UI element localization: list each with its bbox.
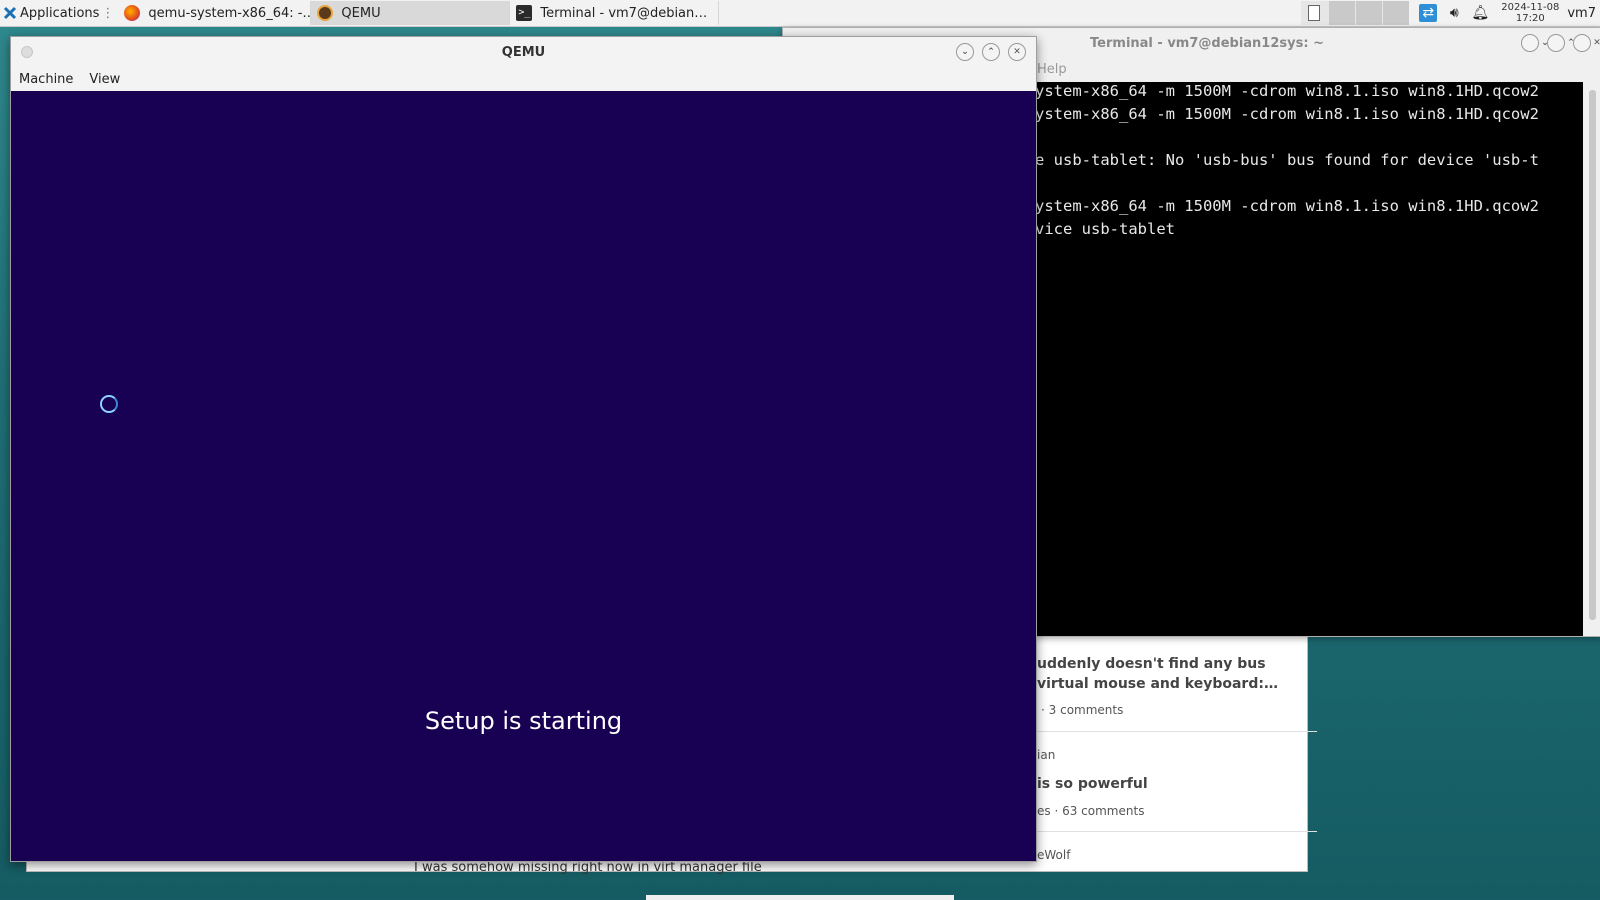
post-meta: · 3 comments [1041, 703, 1124, 717]
window-buttons: ⌄ ⌃ ✕ [1521, 34, 1600, 52]
workspace-4[interactable] [1382, 1, 1410, 25]
chevron-up-icon: ⌃ [987, 47, 995, 57]
terminal-icon: >_ [516, 5, 533, 21]
post-source[interactable]: ian [1037, 748, 1055, 762]
task-label: QEMU [341, 5, 381, 21]
applications-menu[interactable]: Applications ⋮ [0, 0, 118, 26]
terminal-line: vice usb-tablet [1035, 220, 1175, 238]
clock[interactable]: 2024-11-08 17:20 [1501, 2, 1559, 24]
terminal-title: Terminal - vm7@debian12sys: ~ [1090, 35, 1324, 51]
clock-time: 17:20 [1515, 13, 1545, 24]
workspace-3[interactable] [1355, 1, 1383, 25]
menu-view[interactable]: View [89, 72, 120, 87]
clock-date: 2024-11-08 [1501, 2, 1560, 13]
user-menu[interactable]: vm7 [1567, 6, 1596, 21]
qemu-title: QEMU [501, 44, 546, 60]
qemu-icon [317, 5, 334, 21]
close-button[interactable]: ✕ [1008, 43, 1026, 61]
xfce-logo-icon [3, 6, 17, 20]
terminal-line: e usb-tablet: No 'usb-bus' bus found for… [1035, 151, 1539, 169]
loading-spinner-icon [100, 395, 118, 413]
setup-status-text: Setup is starting [424, 707, 623, 735]
post-meta: es · 63 comments [1037, 804, 1145, 818]
browser-body-text: I was somehow missing right now in virt … [414, 860, 762, 875]
top-panel: Applications ⋮ qemu-system-x86_64: -… QE… [0, 0, 1600, 27]
window-buttons: ⌄ ⌃ ✕ [956, 43, 1026, 61]
post-title-line2[interactable]: virtual mouse and keyboard:… [1037, 676, 1278, 692]
post-author[interactable]: eWolf [1037, 848, 1070, 862]
volume-icon[interactable]: 🔊︎ [1445, 4, 1463, 22]
post-comments[interactable]: 63 comments [1062, 804, 1144, 818]
terminal-line: ystem-x86_64 -m 1500M -cdrom win8.1.iso … [1035, 82, 1539, 100]
workspace-1[interactable] [1301, 1, 1329, 25]
terminal-line: ystem-x86_64 -m 1500M -cdrom win8.1.iso … [1035, 105, 1539, 123]
workspace-2[interactable] [1328, 1, 1356, 25]
qemu-window[interactable]: QEMU ⌄ ⌃ ✕ Machine View Setup is startin… [10, 36, 1037, 862]
bottom-edge [646, 895, 954, 900]
qemu-menubar: Machine View [11, 67, 1036, 91]
terminal-scrollbar[interactable] [1585, 82, 1600, 636]
task-qemu[interactable]: QEMU [311, 1, 511, 25]
network-icon[interactable]: ⇄ [1419, 4, 1438, 22]
firefox-icon [124, 5, 141, 21]
menu-help[interactable]: Help [1037, 62, 1067, 77]
post-meta-prefix: es [1037, 804, 1051, 818]
vm-display[interactable]: Setup is starting [11, 91, 1036, 861]
close-icon: ✕ [1593, 38, 1600, 48]
task-label: qemu-system-x86_64: -… [148, 5, 312, 21]
task-qemu-firefox[interactable]: qemu-system-x86_64: -… [118, 1, 312, 25]
applications-label: Applications [20, 5, 100, 21]
close-button[interactable]: ✕ [1573, 34, 1600, 52]
scrollbar-thumb[interactable] [1589, 90, 1596, 620]
minimize-button[interactable]: ⌄ [956, 43, 974, 61]
close-icon: ✕ [1013, 47, 1021, 57]
post-title-line1[interactable]: uddenly doesn't find any bus [1037, 656, 1266, 672]
task-label: Terminal - vm7@debian… [540, 5, 708, 21]
separator-icon: ⋮ [101, 5, 115, 21]
qemu-titlebar[interactable]: QEMU ⌄ ⌃ ✕ [11, 37, 1036, 67]
task-terminal[interactable]: >_ Terminal - vm7@debian… [510, 1, 720, 25]
divider [1037, 831, 1317, 832]
minimize-button[interactable]: ⌄ [1521, 34, 1549, 52]
terminal-line: ystem-x86_64 -m 1500M -cdrom win8.1.iso … [1035, 197, 1539, 215]
window-menu-icon[interactable] [21, 46, 33, 58]
taskbar: qemu-system-x86_64: -… QEMU >_ Terminal … [118, 0, 720, 26]
divider [1037, 731, 1317, 732]
system-tray: ⇄ 🔊︎ 🔔︎ 2024-11-08 17:20 vm7 [1301, 0, 1600, 26]
maximize-button[interactable]: ⌃ [1547, 34, 1575, 52]
menu-machine[interactable]: Machine [19, 72, 73, 87]
chevron-down-icon: ⌄ [961, 47, 969, 57]
maximize-button[interactable]: ⌃ [982, 43, 1000, 61]
post-title[interactable]: is so powerful [1037, 776, 1148, 792]
post-comments[interactable]: 3 comments [1049, 703, 1124, 717]
notification-bell-icon[interactable]: 🔔︎ [1471, 4, 1489, 22]
